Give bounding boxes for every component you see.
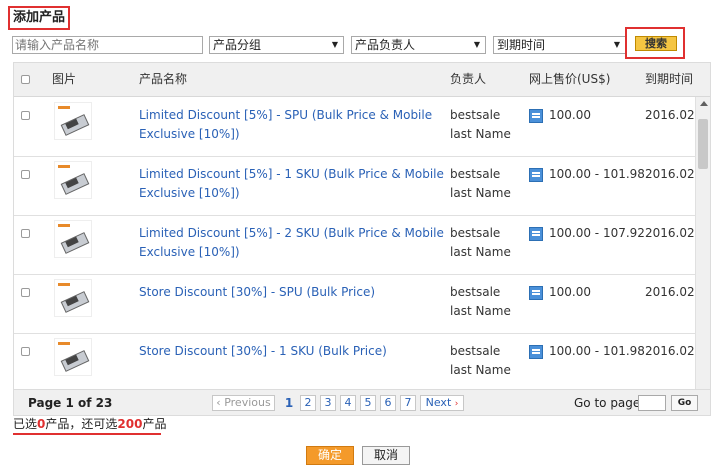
chevron-right-icon: › — [454, 399, 459, 409]
page-number-current: 1 — [284, 396, 294, 410]
page-number-link[interactable]: 5 — [360, 395, 376, 411]
select-all-checkbox[interactable] — [21, 75, 30, 84]
product-grid: 图片 产品名称 负责人 网上售价(US$) 到期时间 Limited Disco… — [13, 62, 711, 390]
table-row[interactable]: Store Discount [30%] - SPU (Bulk Price) … — [14, 275, 696, 334]
price-list-icon[interactable] — [529, 109, 543, 123]
next-page-button[interactable]: Next › — [420, 395, 464, 411]
chevron-down-icon: ▼ — [613, 40, 620, 49]
product-price: 100.00 - 101.98 — [529, 165, 649, 184]
product-thumbnail — [54, 220, 92, 258]
row-checkbox[interactable] — [21, 111, 30, 120]
product-price: 100.00 — [529, 283, 649, 302]
price-list-icon[interactable] — [529, 168, 543, 182]
grid-header: 图片 产品名称 负责人 网上售价(US$) 到期时间 — [14, 63, 710, 97]
search-button-highlight: 搜索 — [625, 27, 685, 59]
row-checkbox[interactable] — [21, 288, 30, 297]
product-owner: bestsale last Name — [450, 167, 511, 200]
product-owner: bestsale last Name — [450, 344, 511, 377]
cancel-button[interactable]: 取消 — [362, 446, 410, 465]
scroll-up-arrow-icon[interactable] — [700, 101, 708, 106]
product-group-select[interactable]: 产品分组 ▼ — [209, 36, 344, 54]
product-thumbnail — [54, 279, 92, 317]
scrollbar-thumb[interactable] — [698, 119, 708, 169]
product-owner: bestsale last Name — [450, 226, 511, 259]
dialog-title: 添加产品 — [8, 6, 71, 30]
table-row[interactable]: Limited Discount [5%] - 1 SKU (Bulk Pric… — [14, 157, 696, 216]
product-owner-select-value: 产品负责人 — [355, 38, 416, 52]
header-expiry[interactable]: 到期时间 — [645, 63, 693, 97]
product-expiry: 2016.02.06 — [645, 344, 695, 358]
product-name-link[interactable]: Limited Discount [5%] - 1 SKU (Bulk Pric… — [139, 165, 444, 203]
price-list-icon[interactable] — [529, 227, 543, 241]
product-thumbnail — [54, 161, 92, 199]
product-owner: bestsale last Name — [450, 108, 511, 141]
product-price: 100.00 - 101.98 — [529, 342, 649, 361]
table-row[interactable]: Store Discount [30%] - 1 SKU (Bulk Price… — [14, 334, 696, 389]
product-price: 100.00 — [529, 106, 649, 125]
previous-page-button[interactable]: ‹ Previous — [212, 395, 275, 411]
product-name-search-input[interactable] — [12, 36, 203, 54]
chevron-down-icon: ▼ — [473, 40, 480, 49]
page-info: Page 1 of 23 — [28, 396, 113, 410]
product-expiry: 2016.02.06 — [645, 285, 695, 299]
product-thumbnail — [54, 338, 92, 376]
product-expiry: 2016.02.05 — [645, 226, 695, 240]
product-name-link[interactable]: Store Discount [30%] - SPU (Bulk Price) — [139, 283, 444, 302]
header-name[interactable]: 产品名称 — [139, 63, 187, 97]
product-thumbnail — [54, 102, 92, 140]
product-price: 100.00 - 107.92 — [529, 224, 649, 243]
vertical-scrollbar[interactable] — [695, 97, 710, 389]
row-checkbox[interactable] — [21, 170, 30, 179]
product-expiry: 2016.02.05 — [645, 108, 695, 122]
confirm-button[interactable]: 确定 — [306, 446, 354, 465]
product-group-select-value: 产品分组 — [213, 38, 262, 52]
row-checkbox[interactable] — [21, 347, 30, 356]
page-number-link[interactable]: 6 — [380, 395, 396, 411]
header-image: 图片 — [52, 72, 77, 86]
goto-page-label: Go to page — [574, 396, 641, 410]
pagination-bar: Page 1 of 23 ‹ Previous 1 2 3 4 5 6 7 Ne… — [13, 390, 711, 416]
page-number-link[interactable]: 2 — [300, 395, 316, 411]
page-number-link[interactable]: 3 — [320, 395, 336, 411]
product-name-link[interactable]: Limited Discount [5%] - 2 SKU (Bulk Pric… — [139, 224, 444, 262]
table-row[interactable]: Limited Discount [5%] - SPU (Bulk Price … — [14, 98, 696, 157]
expiry-select[interactable]: 到期时间 ▼ — [493, 36, 626, 54]
expiry-select-value: 到期时间 — [497, 38, 546, 52]
row-checkbox[interactable] — [21, 229, 30, 238]
page-number-link[interactable]: 7 — [400, 395, 416, 411]
goto-page-button[interactable]: Go — [671, 395, 698, 411]
header-price[interactable]: 网上售价(US$) — [529, 63, 610, 97]
product-name-link[interactable]: Store Discount [30%] - 1 SKU (Bulk Price… — [139, 342, 444, 361]
product-owner-select[interactable]: 产品负责人 ▼ — [351, 36, 486, 54]
price-list-icon[interactable] — [529, 286, 543, 300]
search-button[interactable]: 搜索 — [635, 36, 677, 51]
selection-summary: 已选0产品，还可选200产品 — [13, 417, 167, 431]
chevron-down-icon: ▼ — [331, 40, 338, 49]
product-owner: bestsale last Name — [450, 285, 511, 318]
price-list-icon[interactable] — [529, 345, 543, 359]
remaining-count: 200 — [117, 417, 143, 431]
table-row[interactable]: Limited Discount [5%] - 2 SKU (Bulk Pric… — [14, 216, 696, 275]
goto-page-input[interactable] — [638, 395, 666, 411]
page-number-link[interactable]: 4 — [340, 395, 356, 411]
product-name-link[interactable]: Limited Discount [5%] - SPU (Bulk Price … — [139, 106, 444, 144]
header-owner[interactable]: 负责人 — [450, 63, 486, 97]
selection-highlight-underline — [13, 433, 161, 435]
product-expiry: 2016.02.05 — [645, 167, 695, 181]
